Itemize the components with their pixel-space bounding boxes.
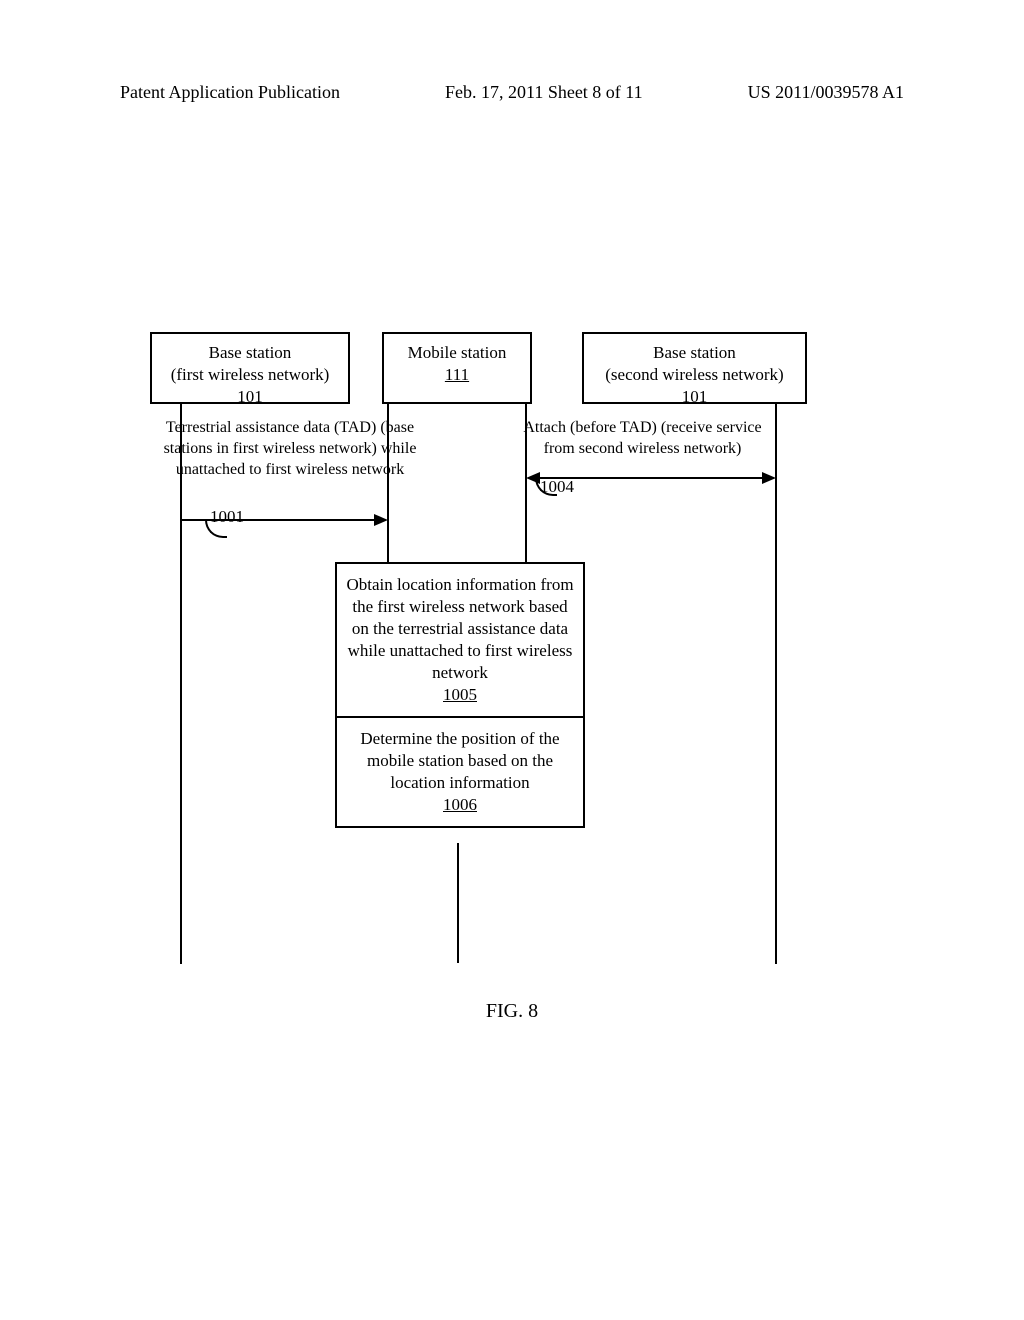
arrow-attach-head-right xyxy=(762,472,776,484)
process-1005-ref: 1005 xyxy=(345,684,575,706)
box-left-ref: 101 xyxy=(156,386,344,408)
arrow-tad-head xyxy=(374,514,388,526)
box-left-line1: Base station xyxy=(156,342,344,364)
box-mid-line1: Mobile station xyxy=(388,342,526,364)
message-tad: Terrestrial assistance data (TAD) (base … xyxy=(160,418,420,480)
figure-label: FIG. 8 xyxy=(0,1000,1024,1023)
box-mobile-station: Mobile station 111 xyxy=(382,332,532,404)
box-base-station-first: Base station (first wireless network) 10… xyxy=(150,332,350,404)
lifeline-mid-d xyxy=(457,843,459,963)
box-base-station-second: Base station (second wireless network) 1… xyxy=(582,332,807,404)
callout-1004: 1004 xyxy=(540,477,574,497)
process-1005-text: Obtain location information from the fir… xyxy=(345,574,575,684)
header-right: US 2011/0039578 A1 xyxy=(748,82,904,103)
process-1006-ref: 1006 xyxy=(345,794,575,816)
box-left-line2: (first wireless network) xyxy=(156,364,344,386)
sequence-diagram: Base station (first wireless network) 10… xyxy=(150,332,880,992)
process-1006-text: Determine the position of the mobile sta… xyxy=(345,728,575,794)
process-1005: Obtain location information from the fir… xyxy=(335,562,585,719)
page-header: Patent Application Publication Feb. 17, … xyxy=(0,82,1024,103)
lifeline-left xyxy=(180,404,182,964)
box-mid-ref: 111 xyxy=(388,364,526,386)
lifeline-right xyxy=(775,404,777,964)
header-center: Feb. 17, 2011 Sheet 8 of 11 xyxy=(445,82,643,103)
message-attach: Attach (before TAD) (receive service fro… xyxy=(520,418,765,460)
header-left: Patent Application Publication xyxy=(120,82,340,103)
callout-1001: 1001 xyxy=(210,507,244,527)
process-1006: Determine the position of the mobile sta… xyxy=(335,716,585,828)
box-right-ref: 101 xyxy=(588,386,801,408)
box-right-line2: (second wireless network) xyxy=(588,364,801,386)
box-right-line1: Base station xyxy=(588,342,801,364)
